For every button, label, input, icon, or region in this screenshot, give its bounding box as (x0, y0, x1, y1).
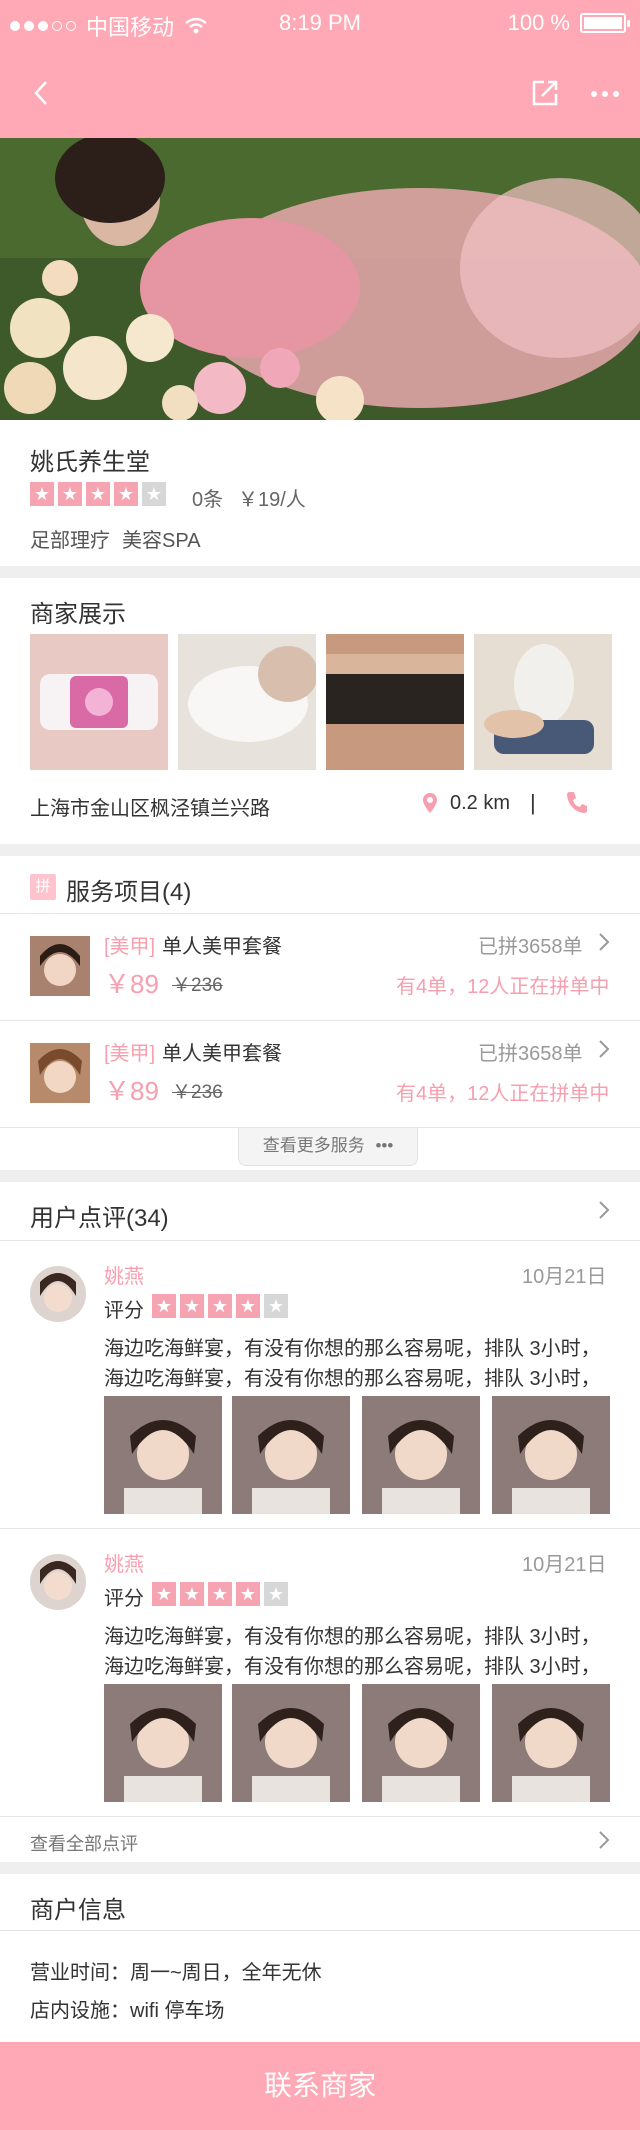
all-reviews-link[interactable]: 查看全部点评 (30, 1830, 138, 1856)
star-icon (58, 482, 82, 506)
review-text: 海边吃海鲜宴，有没有你想的那么容易呢，排队 3小时， (104, 1626, 601, 1648)
reviews-section: 用户点评(34) 姚燕 10月21日 评分 海边吃海鲜宴，有没有你想的那么容易呢… (0, 1182, 640, 1862)
review-photo[interactable] (492, 1684, 610, 1802)
review-text: 海边吃海鲜宴，有没有你想的那么容易呢，排队 3小时， (104, 1368, 601, 1390)
store-tag: 美容SPA (122, 530, 201, 552)
store-address: 上海市金山区枫泾镇兰兴路 (30, 798, 270, 820)
review-rating (152, 1294, 288, 1318)
review-photo[interactable] (492, 1396, 610, 1514)
reviews-title: 用户点评(34) (30, 1205, 169, 1232)
store-info: 姚氏养生堂 0条 ￥19/人 足部理疗 美容SPA (0, 420, 640, 566)
services-section: 拼 服务项目(4) [美甲] 单人美甲套餐 ￥89 ￥236 已拼3658单 有… (0, 856, 640, 1170)
gallery-title: 商家展示 (30, 601, 126, 628)
service-category: [美甲] (104, 936, 156, 958)
review-date: 10月21日 (522, 1554, 607, 1576)
review-photo[interactable] (104, 1684, 222, 1802)
service-sold: 已拼3658单 (478, 1043, 583, 1065)
service-old-price: ￥236 (172, 975, 223, 996)
star-icon (180, 1294, 204, 1318)
gallery-photo[interactable] (178, 634, 316, 770)
reviewer-name: 姚燕 (104, 1266, 144, 1288)
avatar[interactable] (30, 1554, 86, 1610)
service-thumbnail (30, 1043, 90, 1103)
service-name: 单人美甲套餐 (162, 936, 282, 958)
star-icon (264, 1294, 288, 1318)
review-photo[interactable] (104, 1396, 222, 1514)
reviewer-name: 姚燕 (104, 1554, 144, 1576)
more-services-label: 查看更多服务 (262, 1136, 365, 1155)
battery-percent: 100 % (507, 10, 570, 35)
merchant-info-section: 商户信息 营业时间：周一~周日，全年无休 店内设施：wifi 停车场 (0, 1874, 640, 2042)
service-progress: 有4单，12人正在拼单中 (396, 1083, 610, 1105)
score-label: 评分 (104, 1300, 144, 1322)
star-icon (236, 1294, 260, 1318)
chevron-right-icon[interactable] (598, 1830, 610, 1850)
store-distance: 0.2 km (450, 792, 511, 814)
service-item[interactable]: [美甲] 单人美甲套餐 ￥89 ￥236 已拼3658单 有4单，12人正在拼单… (0, 914, 640, 1020)
review-photo[interactable] (232, 1396, 350, 1514)
back-button[interactable] (28, 78, 58, 108)
star-icon (30, 482, 54, 506)
service-sold: 已拼3658单 (478, 936, 583, 958)
service-thumbnail (30, 936, 90, 996)
group-buy-badge: 拼 (30, 874, 56, 900)
review-photo[interactable] (362, 1684, 480, 1802)
star-icon (114, 482, 138, 506)
review-rating (152, 1582, 288, 1606)
star-icon (152, 1294, 176, 1318)
battery-icon (580, 13, 630, 33)
more-button[interactable] (590, 88, 620, 100)
hero-image (0, 138, 640, 420)
review-text: 海边吃海鲜宴，有没有你想的那么容易呢，排队 3小时， (104, 1338, 601, 1360)
chevron-right-icon[interactable] (598, 1200, 610, 1220)
nav-bar (0, 60, 640, 130)
score-label: 评分 (104, 1588, 144, 1610)
store-tag: 足部理疗 (30, 530, 110, 552)
phone-button[interactable] (566, 790, 588, 814)
service-price: ￥89 (104, 969, 159, 999)
service-price: ￥89 (104, 1076, 159, 1106)
star-icon (142, 482, 166, 506)
service-progress: 有4单，12人正在拼单中 (396, 976, 610, 998)
status-bar: 中国移动 8:19 PM 100 % (0, 0, 640, 50)
header: 中国移动 8:19 PM 100 % (0, 0, 640, 138)
location-pin-icon (423, 793, 437, 813)
star-icon (208, 1582, 232, 1606)
star-icon (86, 482, 110, 506)
contact-merchant-button[interactable]: 联系商家 (0, 2042, 640, 2130)
gallery-photo[interactable] (326, 634, 464, 770)
star-icon (236, 1582, 260, 1606)
star-icon (180, 1582, 204, 1606)
merchant-title: 商户信息 (30, 1897, 126, 1924)
chevron-right-icon (599, 1040, 610, 1058)
more-services-button[interactable]: 查看更多服务 ••• (238, 1128, 418, 1166)
more-dots-icon: ••• (375, 1136, 394, 1155)
review-count: 0条 (192, 489, 224, 511)
gallery-photo[interactable] (474, 634, 612, 770)
store-rating (30, 482, 166, 506)
chevron-right-icon (599, 933, 610, 951)
star-icon (152, 1582, 176, 1606)
gallery-photo[interactable] (30, 634, 168, 770)
share-button[interactable] (530, 78, 560, 108)
review-photo[interactable] (232, 1684, 350, 1802)
business-hours: 营业时间：周一~周日，全年无休 (30, 1962, 322, 1984)
service-name: 单人美甲套餐 (162, 1043, 282, 1065)
service-category: [美甲] (104, 1043, 156, 1065)
gallery-section: 商家展示 上海市金山区枫泾镇兰兴路 0.2 km | (0, 578, 640, 844)
star-icon (208, 1294, 232, 1318)
review-photo[interactable] (362, 1396, 480, 1514)
services-title: 服务项目(4) (66, 879, 192, 906)
service-item[interactable]: [美甲] 单人美甲套餐 ￥89 ￥236 已拼3658单 有4单，12人正在拼单… (0, 1021, 640, 1127)
review-text: 海边吃海鲜宴，有没有你想的那么容易呢，排队 3小时， (104, 1656, 601, 1678)
service-old-price: ￥236 (172, 1082, 223, 1103)
price-per-person: ￥19/人 (238, 489, 306, 511)
store-name: 姚氏养生堂 (30, 449, 150, 476)
separator: | (530, 790, 536, 815)
store-facilities: 店内设施：wifi 停车场 (30, 2000, 225, 2022)
avatar[interactable] (30, 1266, 86, 1322)
page: 中国移动 8:19 PM 100 % 姚氏养生堂 ★ ★ ★ ★ ★ 0条 ￥1… (0, 0, 640, 2130)
review-date: 10月21日 (522, 1266, 607, 1288)
star-icon (264, 1582, 288, 1606)
